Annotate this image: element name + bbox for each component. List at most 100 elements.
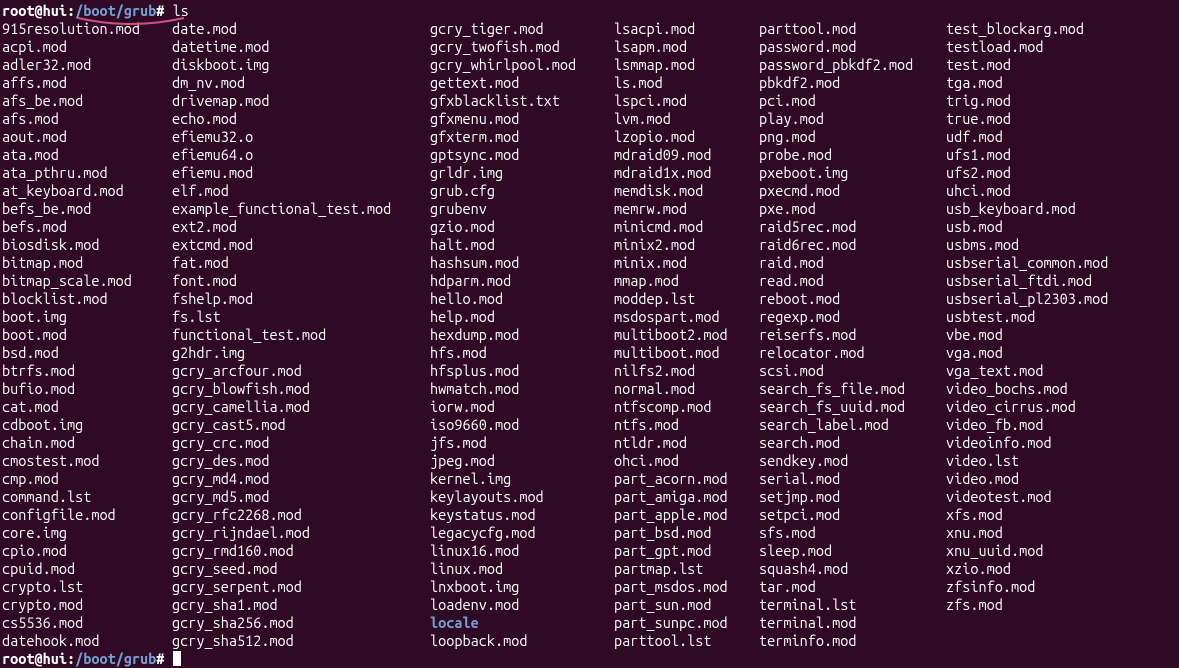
file-entry: part_acorn.mod	[614, 470, 759, 488]
file-entry: xnu_uuid.mod	[946, 542, 1177, 560]
file-entry: loopback.mod	[430, 632, 614, 650]
file-entry: btrfs.mod	[2, 362, 172, 380]
file-entry: cs5536.mod	[2, 614, 172, 632]
file-entry: zfs.mod	[946, 596, 1177, 614]
listing-column: date.moddatetime.moddiskboot.imgdm_nv.mo…	[172, 20, 430, 650]
file-entry: gcry_md5.mod	[172, 488, 430, 506]
file-entry: parttool.lst	[614, 632, 759, 650]
file-entry: mdraid1x.mod	[614, 164, 759, 182]
file-entry: cdboot.img	[2, 416, 172, 434]
file-entry: gcry_md4.mod	[172, 470, 430, 488]
file-entry: fat.mod	[172, 254, 430, 272]
prompt-path: /boot/grub	[75, 650, 156, 667]
file-entry: gcry_des.mod	[172, 452, 430, 470]
file-entry: zfsinfo.mod	[946, 578, 1177, 596]
file-entry: raid.mod	[759, 254, 946, 272]
file-entry: sfs.mod	[759, 524, 946, 542]
file-entry: play.mod	[759, 110, 946, 128]
prompt-colon: :	[67, 650, 75, 667]
command-text[interactable]: ls	[173, 2, 189, 19]
file-entry: gptsync.mod	[430, 146, 614, 164]
file-entry: functional_test.mod	[172, 326, 430, 344]
file-entry: befs_be.mod	[2, 200, 172, 218]
prompt-user-host: root@hui	[2, 2, 67, 19]
file-entry: gcry_serpent.mod	[172, 578, 430, 596]
file-entry: legacycfg.mod	[430, 524, 614, 542]
file-entry: password_pbkdf2.mod	[759, 56, 946, 74]
file-entry: gcry_twofish.mod	[430, 38, 614, 56]
file-entry: adler32.mod	[2, 56, 172, 74]
file-entry: relocator.mod	[759, 344, 946, 362]
file-entry: gzio.mod	[430, 218, 614, 236]
file-entry: video.lst	[946, 452, 1177, 470]
file-entry: ufs1.mod	[946, 146, 1177, 164]
listing-column: parttool.modpassword.modpassword_pbkdf2.…	[759, 20, 946, 650]
file-entry: part_apple.mod	[614, 506, 759, 524]
file-entry: lsapm.mod	[614, 38, 759, 56]
file-entry: efiemu.mod	[172, 164, 430, 182]
file-entry: usbtest.mod	[946, 308, 1177, 326]
file-entry: minix2.mod	[614, 236, 759, 254]
file-entry: scsi.mod	[759, 362, 946, 380]
file-entry: hwmatch.mod	[430, 380, 614, 398]
file-entry: grub.cfg	[430, 182, 614, 200]
file-entry: pxecmd.mod	[759, 182, 946, 200]
file-entry: jpeg.mod	[430, 452, 614, 470]
file-entry: gcry_tiger.mod	[430, 20, 614, 38]
file-entry: video_fb.mod	[946, 416, 1177, 434]
file-entry: videoinfo.mod	[946, 434, 1177, 452]
file-entry: read.mod	[759, 272, 946, 290]
file-entry: probe.mod	[759, 146, 946, 164]
prompt-colon: :	[67, 2, 75, 19]
file-entry: tga.mod	[946, 74, 1177, 92]
file-entry: afs.mod	[2, 110, 172, 128]
file-entry: serial.mod	[759, 470, 946, 488]
file-entry: efiemu32.o	[172, 128, 430, 146]
file-entry: setjmp.mod	[759, 488, 946, 506]
file-entry: sleep.mod	[759, 542, 946, 560]
file-entry: lsacpi.mod	[614, 20, 759, 38]
file-entry: part_sun.mod	[614, 596, 759, 614]
file-entry: befs.mod	[2, 218, 172, 236]
file-entry: usbserial_common.mod	[946, 254, 1177, 272]
file-entry: chain.mod	[2, 434, 172, 452]
prompt-line-top: root@hui:/boot/grub# ls	[2, 2, 1177, 20]
file-entry: trig.mod	[946, 92, 1177, 110]
file-entry: gcry_whirlpool.mod	[430, 56, 614, 74]
prompt-line-bottom: root@hui:/boot/grub#	[2, 650, 1177, 668]
file-entry: bufio.mod	[2, 380, 172, 398]
file-entry: part_msdos.mod	[614, 578, 759, 596]
file-entry: gcry_seed.mod	[172, 560, 430, 578]
file-entry: bsd.mod	[2, 344, 172, 362]
file-entry: ufs2.mod	[946, 164, 1177, 182]
file-entry: gcry_cast5.mod	[172, 416, 430, 434]
prompt-user-host: root@hui	[2, 650, 67, 667]
file-entry: gcry_rijndael.mod	[172, 524, 430, 542]
file-entry: raid6rec.mod	[759, 236, 946, 254]
file-entry: video_bochs.mod	[946, 380, 1177, 398]
file-entry: ntfscomp.mod	[614, 398, 759, 416]
file-entry: udf.mod	[946, 128, 1177, 146]
file-entry: blocklist.mod	[2, 290, 172, 308]
cursor-icon[interactable]	[173, 651, 181, 666]
file-entry: echo.mod	[172, 110, 430, 128]
file-entry: msdospart.mod	[614, 308, 759, 326]
file-entry: memdisk.mod	[614, 182, 759, 200]
file-listing: 915resolution.modacpi.modadler32.modaffs…	[2, 20, 1177, 650]
file-entry: grldr.img	[430, 164, 614, 182]
file-entry: ntfs.mod	[614, 416, 759, 434]
file-entry: example_functional_test.mod	[172, 200, 430, 218]
file-entry: terminal.lst	[759, 596, 946, 614]
file-entry: video_cirrus.mod	[946, 398, 1177, 416]
file-entry: reiserfs.mod	[759, 326, 946, 344]
file-entry: regexp.mod	[759, 308, 946, 326]
file-entry: search.mod	[759, 434, 946, 452]
listing-column: gcry_tiger.modgcry_twofish.modgcry_whirl…	[430, 20, 614, 650]
file-entry: halt.mod	[430, 236, 614, 254]
file-entry: terminfo.mod	[759, 632, 946, 650]
file-entry: iorw.mod	[430, 398, 614, 416]
file-entry: lspci.mod	[614, 92, 759, 110]
file-entry: jfs.mod	[430, 434, 614, 452]
file-entry: core.img	[2, 524, 172, 542]
file-entry: command.lst	[2, 488, 172, 506]
